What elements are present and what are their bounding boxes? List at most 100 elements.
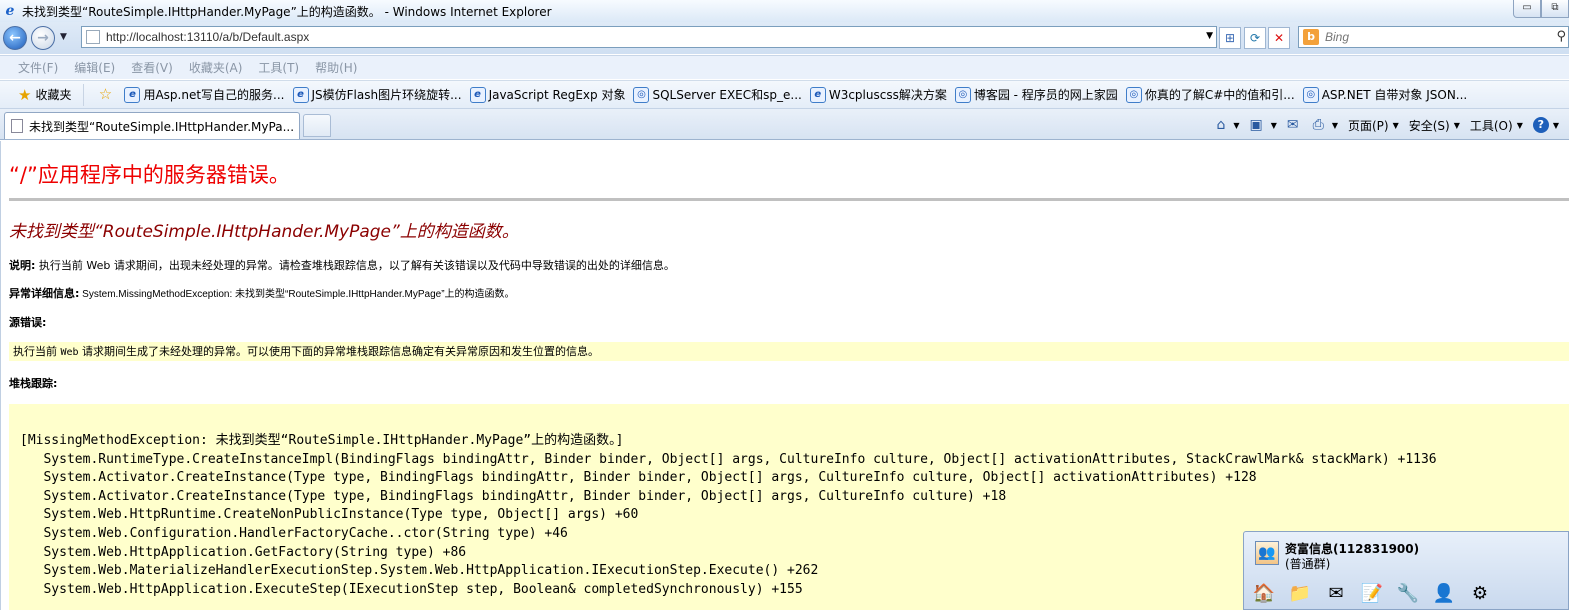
source-error-box: 执行当前 Web 请求期间生成了未经处理的异常。可以使用下面的异常堆栈跟踪信息确… <box>9 342 1569 361</box>
chevron-down-icon: ▼ <box>1270 120 1277 130</box>
new-tab-button[interactable] <box>303 114 331 137</box>
favorite-link[interactable]: ◎ 博客园 - 程序员的网上家园 <box>954 86 1118 103</box>
site-icon: ◎ <box>633 86 650 103</box>
window-controls: ▭ ⧉ <box>1513 0 1569 18</box>
source-error-label: 源错误: <box>9 316 47 329</box>
page-icon: e <box>809 86 826 103</box>
favorite-link[interactable]: ◎ 你真的了解C#中的值和引... <box>1125 86 1295 103</box>
title-bar: e 未找到类型“RouteSimple.IHttpHander.MyPage”上… <box>0 0 1569 22</box>
star-icon: ★ <box>18 85 32 104</box>
stack-trace: [MissingMethodException: 未找到类型“RouteSimp… <box>20 432 1437 599</box>
page-menu-label: 页面(P) <box>1347 118 1389 133</box>
search-input[interactable] <box>1325 30 1545 44</box>
site-icon: ◎ <box>1302 86 1319 103</box>
feeds-button[interactable]: ▣ ▼ <box>1249 117 1276 133</box>
refresh-icon[interactable]: ⟳ <box>1244 27 1266 49</box>
tab-label: 未找到类型“RouteSimple.IHttpHander.MyPa... <box>29 119 295 134</box>
tools-icon[interactable]: 🔧 <box>1394 580 1422 608</box>
ie-logo-icon: e <box>5 3 15 19</box>
url-input[interactable] <box>106 30 1196 44</box>
chevron-down-icon: ▼ <box>1453 120 1460 130</box>
tools-menu-button[interactable]: 工具(O) ▼ <box>1470 117 1523 134</box>
site-icon: ◎ <box>954 86 971 103</box>
exception-label: 异常详细信息: <box>9 287 80 300</box>
page-icon: e <box>469 86 486 103</box>
help-button[interactable]: ? ▼ <box>1532 117 1559 133</box>
history-dropdown-icon[interactable]: ▼ <box>60 32 67 42</box>
add-favorite-icon[interactable]: ☆ <box>94 85 116 105</box>
source-text-pre: 执行当前 <box>13 345 61 358</box>
chevron-down-icon: ▼ <box>1392 120 1399 130</box>
search-box[interactable]: b ⚲ <box>1298 26 1569 48</box>
favorite-link[interactable]: e W3cpluscss解决方案 <box>809 86 947 103</box>
folder-icon[interactable]: 📁 <box>1286 580 1314 608</box>
favorite-link[interactable]: e JavaScript RegExp 对象 <box>469 86 625 103</box>
menu-tools[interactable]: 工具(T) <box>258 59 299 76</box>
favorites-button[interactable]: ★ 收藏夹 <box>12 83 85 106</box>
help-icon: ? <box>1532 117 1549 133</box>
chevron-down-icon: ▼ <box>1552 120 1559 130</box>
print-button[interactable]: ⎙ ▼ <box>1313 117 1338 133</box>
menu-help[interactable]: 帮助(H) <box>315 59 357 76</box>
divider <box>9 198 1569 201</box>
stack-line: System.Web.HttpRuntime.CreateNonPublicIn… <box>20 507 639 523</box>
home-icon: ⌂ <box>1216 117 1226 133</box>
safety-menu-button[interactable]: 安全(S) ▼ <box>1409 117 1460 134</box>
favorite-link[interactable]: e 用Asp.net写自己的服务... <box>124 86 285 103</box>
search-icon[interactable]: ⚲ <box>1556 29 1566 44</box>
forward-button[interactable]: → <box>31 26 55 50</box>
stack-line: System.Web.HttpApplication.ExecuteStep(I… <box>20 581 803 597</box>
page-icon <box>86 30 100 44</box>
stack-trace-label: 堆栈跟踪: <box>9 377 58 390</box>
error-heading: “/”应用程序中的服务器错误。 <box>9 163 290 187</box>
rss-icon: ▣ <box>1249 117 1263 133</box>
settings-icon[interactable]: ⚙ <box>1466 580 1494 608</box>
tab-bar: 未找到类型“RouteSimple.IHttpHander.MyPa... ⌂ ▼… <box>0 108 1569 140</box>
menu-view[interactable]: 查看(V) <box>131 59 173 76</box>
stack-line: System.Activator.CreateInstance(Type typ… <box>20 488 1007 504</box>
popup-toolbar: 🏠 📁 ✉ 📝 🔧 👤 ⚙ <box>1250 580 1502 608</box>
favorite-link[interactable]: ◎ SQLServer EXEC和sp_e... <box>633 86 802 103</box>
menu-file[interactable]: 文件(F) <box>18 59 58 76</box>
address-dropdown-icon[interactable]: ▼ <box>1206 31 1213 41</box>
minimize-button[interactable]: ▭ <box>1513 0 1541 18</box>
tab-active[interactable]: 未找到类型“RouteSimple.IHttpHander.MyPa... <box>4 112 300 139</box>
stack-line: System.Web.Configuration.HandlerFactoryC… <box>20 525 568 541</box>
favorite-link[interactable]: e JS模仿Flash图片环绕旋转... <box>292 86 462 103</box>
address-bar[interactable]: ▼ <box>81 26 1217 48</box>
group-avatar-icon: 👥 <box>1255 541 1279 565</box>
qq-group-popup[interactable]: 👥 资富信息(112831900) (普通群) 🏠 📁 ✉ 📝 🔧 👤 ⚙ <box>1243 531 1569 610</box>
group-type: (普通群) <box>1285 557 1331 571</box>
chevron-down-icon: ▼ <box>1233 120 1240 130</box>
print-icon: ⎙ <box>1312 117 1324 133</box>
stack-line: System.Web.MaterializeHandlerExecutionSt… <box>20 563 819 579</box>
stack-line: System.RuntimeType.CreateInstanceImpl(Bi… <box>20 451 1437 467</box>
favorite-link[interactable]: ◎ ASP.NET 自带对象 JSON... <box>1302 86 1467 103</box>
menu-edit[interactable]: 编辑(E) <box>74 59 115 76</box>
mail-icon: ✉ <box>1286 117 1299 133</box>
mail-button[interactable]: ✉ <box>1287 117 1303 133</box>
add-note-icon[interactable]: 📝 <box>1358 580 1386 608</box>
chevron-down-icon: ▼ <box>1331 120 1338 130</box>
restore-button[interactable]: ⧉ <box>1541 0 1569 18</box>
stop-icon[interactable]: ✕ <box>1268 27 1290 49</box>
source-text-post: 请求期间生成了未经处理的异常。可以使用下面的异常堆栈跟踪信息确定有关异常原因和发… <box>78 345 600 358</box>
menu-favorites[interactable]: 收藏夹(A) <box>189 59 243 76</box>
site-icon: ◎ <box>1125 86 1142 103</box>
home-button[interactable]: ⌂ ▼ <box>1216 117 1239 133</box>
mail-icon[interactable]: ✉ <box>1322 580 1350 608</box>
page-icon <box>11 119 23 133</box>
exception-details-line: 异常详细信息: System.MissingMethodException: 未… <box>9 285 515 301</box>
description-line: 说明: 执行当前 Web 请求期间，出现未经处理的异常。请检查堆栈跟踪信息，以了… <box>9 257 675 273</box>
member-icon[interactable]: 👤 <box>1430 580 1458 608</box>
home-icon[interactable]: 🏠 <box>1250 580 1278 608</box>
source-text-web: Web <box>60 347 79 358</box>
command-bar: ⌂ ▼ ▣ ▼ ✉ ⎙ ▼ 页面(P) ▼ 安全(S) ▼ 工具(O) ▼ ? ▼ <box>1216 113 1569 137</box>
menu-bar: 文件(F) 编辑(E) 查看(V) 收藏夹(A) 工具(T) 帮助(H) <box>0 55 1569 79</box>
exception-text: System.MissingMethodException: 未找到类型“Rou… <box>79 289 515 300</box>
stack-line: System.Web.HttpApplication.GetFactory(St… <box>20 544 467 560</box>
page-menu-button[interactable]: 页面(P) ▼ <box>1348 117 1399 134</box>
back-button[interactable]: ← <box>3 26 27 50</box>
error-title: 未找到类型“RouteSimple.IHttpHander.MyPage”上的构… <box>9 222 519 242</box>
compatibility-view-icon[interactable]: ⊞ <box>1219 27 1241 49</box>
